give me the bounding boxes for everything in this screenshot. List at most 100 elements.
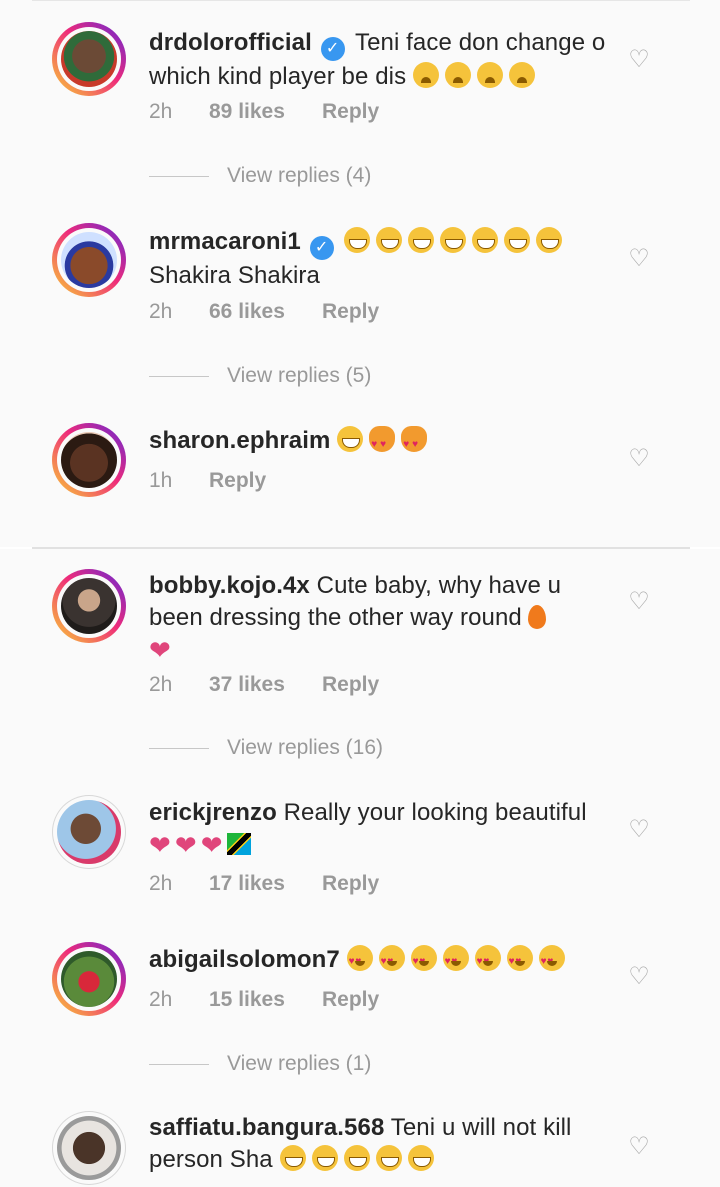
comment-username[interactable]: sharon.ephraim [149,427,330,454]
reply-button[interactable]: Reply [322,871,379,897]
reply-button[interactable]: Reply [322,987,379,1013]
heart-eyes-emoji [410,945,437,978]
comment-username[interactable]: bobby.kojo.4x [149,572,310,599]
replies-line [149,1063,209,1065]
comment-body: saffiatu.bangura.568 Teni u will not kil… [149,1112,617,1176]
grinning-face-emoji [407,1145,434,1171]
comment-meta: 2h 66 likes Reply [149,299,379,325]
grinning-face-emoji [311,1145,338,1171]
heart-eyes-emoji [346,945,373,978]
grinning-face-emoji [440,227,467,253]
comment-likes[interactable]: 66 likes [209,299,322,325]
comment-username[interactable]: saffiatu.bangura.568 [149,1114,384,1141]
replies-line [149,375,209,377]
view-replies[interactable]: View replies (16) [149,735,383,761]
pink-heart-emoji: ❤ [200,830,223,860]
comment-body: sharon.ephraim [149,425,617,461]
like-heart-icon[interactable]: ♡ [628,590,650,614]
comment-likes[interactable]: 15 likes [209,987,322,1013]
fire-emoji [527,605,546,629]
heart-eyes-emoji [538,945,565,978]
comment-meta: 1h Reply [149,468,266,494]
reply-button[interactable]: Reply [209,468,266,494]
comment-likes[interactable]: 37 likes [209,672,322,698]
comment-username[interactable]: erickjrenzo [149,799,277,826]
grinning-face-emoji [536,227,563,253]
view-replies-label[interactable]: View replies (16) [227,736,383,759]
grinning-face-emoji [375,1145,402,1171]
comment-meta: 2h 15 likes Reply [149,987,379,1013]
weary-face-emoji [412,62,439,88]
comment-time: 2h [149,300,173,323]
comment-likes[interactable]: 89 likes [209,99,322,125]
verified-badge-icon: ✓ [309,236,334,260]
comment-username[interactable]: abigailsolomon7 [149,946,340,973]
weary-face-emoji [508,62,535,88]
tanzania-flag-emoji [226,833,251,855]
like-heart-icon[interactable]: ♡ [628,48,650,72]
avatar[interactable] [52,423,126,497]
comments-panel-bottom: bobby.kojo.4x Cute baby, why have u been… [0,549,720,1187]
avatar[interactable] [52,1111,126,1185]
grinning-face-emoji [343,1145,370,1171]
view-replies-label[interactable]: View replies (5) [227,364,371,387]
view-replies-label[interactable]: View replies (4) [227,164,371,187]
avatar[interactable] [52,22,126,96]
comment-meta: 2h 89 likes Reply [149,99,379,125]
heart-eyes-emoji [474,945,501,978]
avatar[interactable] [52,795,126,869]
view-replies[interactable]: View replies (5) [149,363,371,389]
heart-eyes-emoji [506,945,533,978]
comment-body: drdolorofficial ✓ Teni face don change o… [149,27,617,93]
comment-meta: 2h 17 likes Reply [149,871,379,897]
grinning-face-emoji [344,227,371,253]
view-replies-label[interactable]: View replies (1) [227,1052,371,1075]
like-heart-icon[interactable]: ♡ [628,965,650,989]
reply-button[interactable]: Reply [322,99,379,125]
grinning-face-emoji [279,1145,306,1171]
like-heart-icon[interactable]: ♡ [628,247,650,271]
reply-button[interactable]: Reply [322,672,379,698]
heart-eyes-emoji [378,945,405,978]
comment-body: abigailsolomon7 [149,944,617,978]
top-divider [32,0,690,1]
heart-eyes-cat-emoji [369,426,396,461]
avatar[interactable] [52,223,126,297]
comment-body: bobby.kojo.4x Cute baby, why have u been… [149,570,617,666]
replies-line [149,747,209,749]
reply-button[interactable]: Reply [322,299,379,325]
weary-face-emoji [444,62,471,88]
comment-meta: 2h 37 likes Reply [149,672,379,698]
like-heart-icon[interactable]: ♡ [628,1135,650,1159]
weary-face-emoji [476,62,503,88]
comment-likes[interactable]: 17 likes [209,871,322,897]
heart-eyes-emoji [442,945,469,978]
view-replies[interactable]: View replies (4) [149,163,371,189]
like-heart-icon[interactable]: ♡ [628,447,650,471]
comment-text: Really your looking beautiful [283,799,587,826]
grinning-face-emoji [504,227,531,253]
comment-time: 2h [149,673,173,696]
like-heart-icon[interactable]: ♡ [628,818,650,842]
grinning-face-emoji [408,227,435,253]
comment-username[interactable]: mrmacaroni1 [149,228,301,255]
comment-time: 1h [149,469,173,492]
heart-eyes-cat-emoji [401,426,428,461]
pink-heart-emoji: ❤ [174,830,197,860]
comment-time: 2h [149,100,173,123]
verified-badge-icon: ✓ [320,37,345,61]
pink-heart-emoji: ❤ [149,830,171,860]
comment-time: 2h [149,988,173,1011]
avatar[interactable] [52,942,126,1016]
comments-panel-top: drdolorofficial ✓ Teni face don change o… [0,0,720,547]
comment-body: erickjrenzo Really your looking beautifu… [149,797,617,861]
pink-heart-emoji: ❤ [149,635,171,665]
replies-line [149,175,209,177]
grinning-face-emoji [337,426,364,452]
avatar[interactable] [52,569,126,643]
view-replies[interactable]: View replies (1) [149,1051,371,1077]
comment-text: Shakira Shakira [149,262,320,289]
grinning-face-emoji [472,227,499,253]
comment-body: mrmacaroni1 ✓ Shakira Shakira [149,226,617,292]
comment-username[interactable]: drdolorofficial [149,29,312,56]
